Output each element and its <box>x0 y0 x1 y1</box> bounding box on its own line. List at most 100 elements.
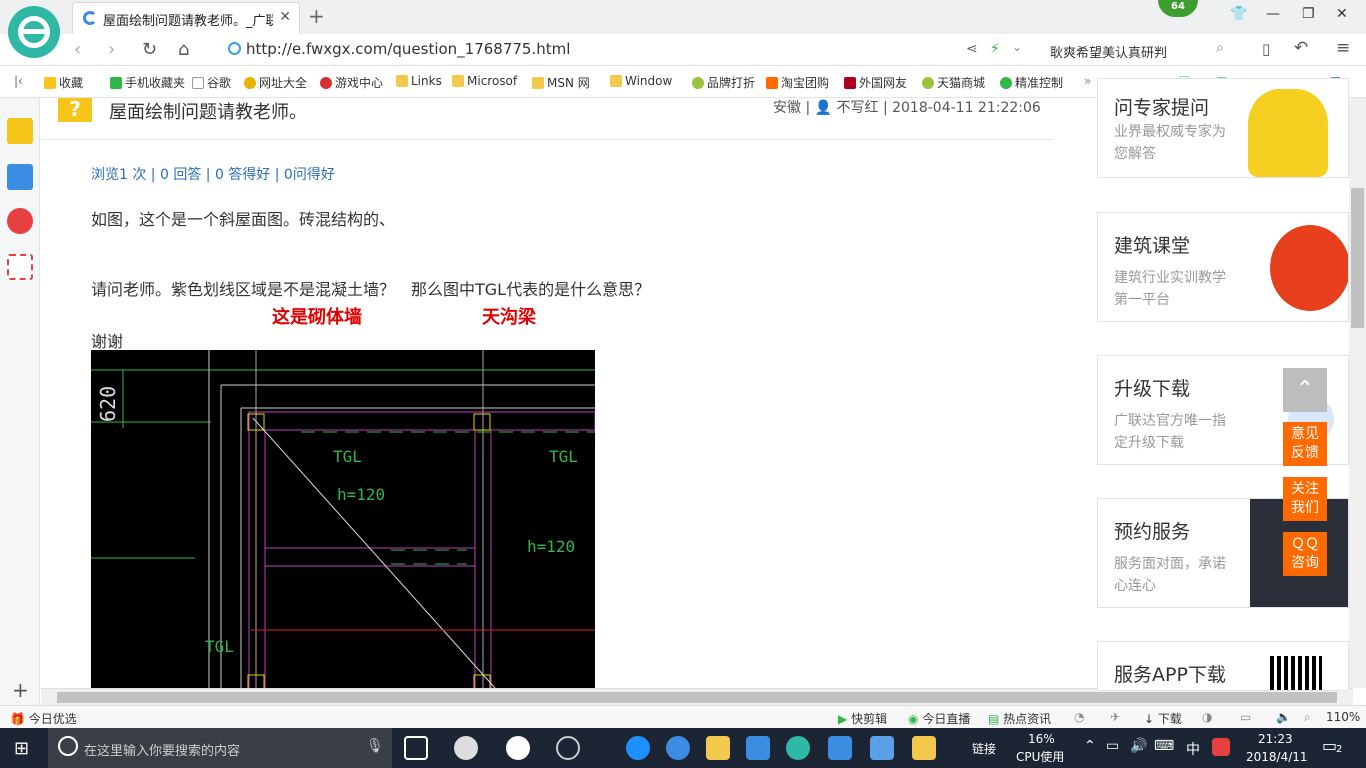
ie-browser-icon[interactable] <box>666 736 690 760</box>
reload-icon[interactable]: ↻ <box>142 39 157 60</box>
clock-date[interactable]: 2018/4/11 <box>1246 750 1308 764</box>
task-view-icon[interactable] <box>404 736 428 760</box>
device-icon[interactable]: ▯ <box>1262 40 1270 58</box>
notes-icon[interactable] <box>912 736 936 760</box>
minimize-button[interactable]: — <box>1266 6 1280 22</box>
status-item[interactable]: ◉ 今日直播 <box>908 710 970 727</box>
microphone-icon[interactable]: 🎙 <box>366 738 384 754</box>
mail-icon[interactable] <box>7 254 33 280</box>
keyboard-icon[interactable]: ⌨ <box>1154 738 1174 754</box>
ime-indicator[interactable]: 中 <box>1186 739 1200 759</box>
sidebar-card-expert[interactable]: 问专家提问 业界最权威专家为您解答 <box>1097 78 1349 178</box>
mascot-icon <box>1248 89 1328 177</box>
app-icon[interactable] <box>454 736 478 760</box>
url-field[interactable]: http://e.fwxgx.com/question_1768775.html <box>228 39 948 61</box>
notification-center-icon[interactable]: ▭ <box>1322 736 1337 755</box>
forward-icon[interactable]: › <box>108 39 115 60</box>
bookmark-item[interactable]: 谷歌 <box>192 74 231 91</box>
card-title: 预约服务 <box>1114 521 1191 543</box>
bookmark-item[interactable]: 游戏中心 <box>320 74 383 91</box>
sidebar-toggle-icon[interactable]: |‹ <box>14 74 23 88</box>
app-icon[interactable] <box>746 736 770 760</box>
new-tab-button[interactable]: + <box>308 4 325 28</box>
volume-tray-icon[interactable]: 🔊 <box>1130 738 1147 754</box>
annotation-label: 这是砌体墙 <box>272 307 362 328</box>
speed-icon[interactable]: ⚡ <box>990 41 1000 57</box>
edge-icon[interactable] <box>626 736 650 760</box>
link-label[interactable]: 链接 <box>972 740 996 757</box>
search-field[interactable]: 耿爽希望美认真研判 <box>1040 39 1240 61</box>
bookmark-item[interactable]: 网址大全 <box>244 74 307 91</box>
feedback-button[interactable]: 意见 反馈 <box>1283 422 1327 466</box>
app-icon[interactable] <box>828 736 852 760</box>
browser-taskbar-icon[interactable] <box>786 736 810 760</box>
bookmark-item[interactable]: 品牌打折 <box>692 74 755 91</box>
app-icon[interactable] <box>870 736 894 760</box>
bookmark-item[interactable]: 精准控制 <box>1000 74 1063 91</box>
bookmark-item[interactable]: 手机收藏夹 <box>110 74 185 91</box>
zoom-icon[interactable]: ⌕ <box>1304 710 1311 725</box>
scroll-thumb[interactable] <box>1351 188 1364 328</box>
site-security-icon <box>228 42 241 55</box>
question-paragraph: 如图，这个是一个斜屋面图。砖混结构的、 <box>91 210 396 229</box>
undo-icon[interactable]: ↶ <box>1294 38 1308 58</box>
share-icon[interactable]: ⋖ <box>966 41 978 57</box>
bookmark-item[interactable]: 收藏 <box>44 74 83 91</box>
taskbar-search-input[interactable]: 在这里输入你要搜索的内容 🎙 <box>48 728 392 768</box>
bookmark-folder[interactable]: MSN 网 <box>532 74 590 91</box>
sidebar-card-class[interactable]: 建筑课堂 建筑行业实训教学第一平台 <box>1097 212 1349 322</box>
bookmark-folder[interactable]: Window <box>610 74 672 88</box>
browser-logo-icon[interactable] <box>8 6 60 58</box>
question-paragraph: 请问老师。紫色划线区域是不是混凝土墙？ 那么图中TGL代表的是什么意思？ <box>91 280 651 299</box>
clock-time[interactable]: 21:23 <box>1258 732 1293 746</box>
follow-button[interactable]: 关注 我们 <box>1283 477 1327 521</box>
card-description: 广联达官方唯一指定升级下载 <box>1114 413 1226 451</box>
scroll-thumb[interactable] <box>57 692 1337 703</box>
bookmark-item[interactable]: 外国网友 <box>844 74 907 91</box>
favorites-icon[interactable] <box>7 118 33 144</box>
menu-icon[interactable]: ≡ <box>1336 38 1350 58</box>
volume-icon[interactable]: 🔈 <box>1276 710 1291 724</box>
cad-drawing-image[interactable]: 620 TGL TGL TGL h=120 h=120 <box>91 350 595 688</box>
pin-icon[interactable]: ✈ <box>1110 710 1120 724</box>
tab-active[interactable]: 屋面绘制问题请教老师。_广联达 ✕ <box>72 2 300 34</box>
ie-icon[interactable] <box>506 736 530 760</box>
qq-consult-button[interactable]: ＱＱ 咨询 <box>1283 532 1327 576</box>
tab-title: 屋面绘制问题请教老师。_广联达 <box>103 14 273 29</box>
today-picks[interactable]: 🎁 今日优选 <box>10 710 77 727</box>
window-icon[interactable]: ▭ <box>1240 710 1251 724</box>
back-to-top-button[interactable]: ⌃ <box>1283 368 1327 412</box>
vertical-scrollbar[interactable] <box>1349 98 1366 688</box>
home-icon[interactable]: ⌂ <box>178 39 189 60</box>
close-window-button[interactable]: ✕ <box>1336 6 1348 22</box>
bookmark-item[interactable]: 天猫商城 <box>922 74 985 91</box>
status-item[interactable]: ▤ 热点资讯 <box>988 710 1051 727</box>
maximize-button[interactable]: ❐ <box>1302 6 1315 22</box>
news-icon[interactable] <box>7 164 33 190</box>
file-explorer-icon[interactable] <box>706 736 730 760</box>
browser-icon[interactable]: ◑ <box>1202 710 1212 724</box>
tab-close-icon[interactable]: ✕ <box>279 9 291 25</box>
weibo-icon[interactable] <box>7 208 33 234</box>
network-icon[interactable]: ▭ <box>1106 738 1119 754</box>
zoom-level[interactable]: 110% <box>1326 710 1360 724</box>
app-icon[interactable] <box>556 736 580 760</box>
add-icon[interactable]: + <box>12 678 29 702</box>
sidebar-card-app[interactable]: 服务APP下载 <box>1097 641 1349 691</box>
status-item[interactable]: ▶ 快剪辑 <box>838 710 887 727</box>
question-stats[interactable]: 浏览1 次 | 0 回答 | 0 答得好 | 0问得好 <box>91 164 335 184</box>
tray-expand-icon[interactable]: ⌃ <box>1084 738 1096 754</box>
more-bookmarks-icon[interactable]: » <box>1084 74 1091 88</box>
bookmark-item[interactable]: 淘宝团购 <box>766 74 829 91</box>
dropdown-icon[interactable]: ⌄ <box>1012 40 1022 54</box>
speed-tool-icon[interactable]: ◔ <box>1074 710 1084 724</box>
back-icon[interactable]: ‹ <box>74 39 81 60</box>
download-item[interactable]: ↓ 下载 <box>1144 710 1182 727</box>
bookmark-folder[interactable]: Links <box>396 74 442 88</box>
cad-dimension-label: 620 <box>96 386 120 422</box>
bookmark-folder[interactable]: Microsof <box>452 74 517 88</box>
windows-start-icon[interactable]: ⊞ <box>14 738 29 759</box>
sogou-icon[interactable] <box>1212 738 1230 756</box>
search-icon[interactable]: ⌕ <box>1216 40 1224 56</box>
skin-icon[interactable]: 👕 <box>1230 6 1247 22</box>
